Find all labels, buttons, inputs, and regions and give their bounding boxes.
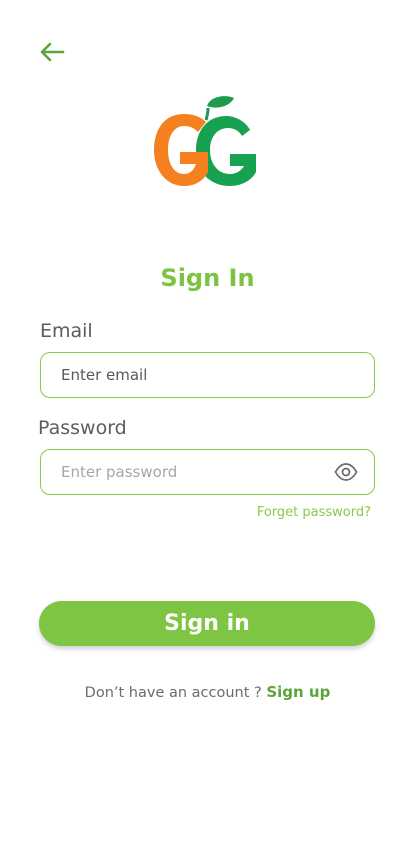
- email-field-container[interactable]: [40, 352, 375, 398]
- arrow-left-icon: [40, 42, 65, 62]
- forgot-password-link[interactable]: Forget password?: [257, 505, 371, 520]
- grocery-logo-icon: [154, 96, 256, 186]
- password-input[interactable]: [61, 450, 331, 494]
- eye-icon[interactable]: [334, 462, 358, 482]
- password-label: Password: [38, 417, 127, 439]
- app-logo: [150, 94, 265, 212]
- sign-up-link[interactable]: Sign up: [266, 683, 330, 701]
- back-button[interactable]: [36, 38, 68, 66]
- page-title: Sign In: [160, 264, 255, 292]
- email-input[interactable]: [61, 353, 331, 397]
- signup-prompt: Don’t have an account ?: [84, 685, 262, 701]
- signup-row: Don’t have an account ? Sign up: [0, 683, 415, 701]
- email-label: Email: [40, 320, 93, 342]
- sign-in-button[interactable]: Sign in: [39, 601, 375, 646]
- password-field-container[interactable]: [40, 449, 375, 495]
